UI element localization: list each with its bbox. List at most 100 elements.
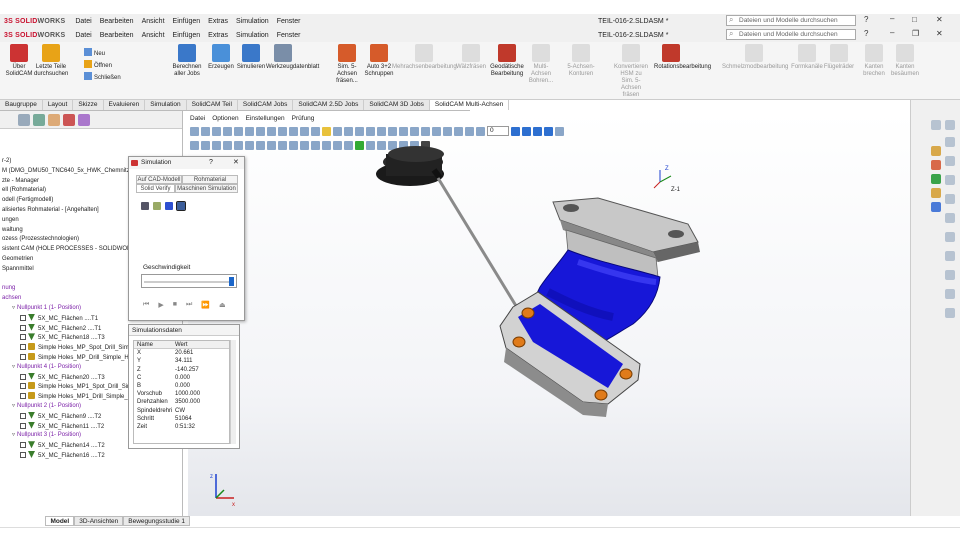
play-icon[interactable]: ▶ [158, 301, 163, 309]
pane-icon[interactable] [945, 213, 955, 223]
tree-item[interactable]: ungen [2, 216, 19, 225]
menu-item-ansicht[interactable]: Ansicht [142, 32, 165, 39]
menu-item-einfügen[interactable]: Einfügen [173, 32, 201, 39]
tab-solidcam-multi-achsen[interactable]: SolidCAM Multi-Achsen [429, 100, 510, 110]
ribbon-button-disabled-1[interactable]: Wälzfräsen [454, 44, 488, 71]
solidworks-logo-2[interactable]: 3S SOLIDWORKS [4, 32, 65, 39]
graphics-viewport[interactable]: Datei Optionen Einstellungen Prüfung 0 Z… [188, 112, 910, 516]
tree-tool-icon[interactable] [33, 113, 45, 126]
ribbon-button-6[interactable]: Erzeugen [204, 44, 238, 71]
pane-icon[interactable] [945, 232, 955, 242]
tree-tool-icon[interactable] [63, 113, 75, 126]
tree-item[interactable]: ▿ Nullpunkt 1 (1- Position) [12, 304, 81, 313]
ribbon-button-11[interactable]: Geodätische Bearbeitung [490, 44, 524, 78]
expand-icon[interactable]: ▿ [12, 364, 15, 370]
checkbox[interactable] [20, 373, 26, 380]
checkbox[interactable] [20, 383, 26, 390]
tab-solid-verify[interactable]: Solid Verify [136, 184, 175, 193]
help-icon[interactable]: ? [864, 15, 868, 24]
tab-maschinen-simulation[interactable]: Maschinen Simulation [175, 184, 238, 193]
tree-item[interactable]: Simple Holes_MP_Drill_Simple_Holes [20, 353, 140, 363]
pane-icon[interactable] [931, 174, 941, 184]
pane-icon[interactable] [945, 308, 955, 318]
expand-icon[interactable]: ▿ [12, 432, 15, 438]
pane-icon[interactable] [945, 251, 955, 261]
tree-item[interactable]: 5X_MC_Flächen20 ....T3 [20, 372, 105, 383]
eject-icon[interactable]: ⏏ [219, 301, 226, 309]
tree-item[interactable]: zte - Manager [2, 177, 39, 186]
ribbon-button-5[interactable]: Berechnen aller Jobs [170, 44, 204, 78]
expand-icon[interactable]: ▿ [12, 305, 15, 311]
tree-item[interactable]: r-2) [2, 157, 11, 166]
menu-item-bearbeiten[interactable]: Bearbeiten [100, 32, 134, 39]
tree-item[interactable]: achsen [2, 294, 21, 303]
tree-item[interactable]: waltung [2, 226, 23, 235]
tab-layout[interactable]: Layout [43, 100, 74, 110]
ribbon-button-7[interactable]: Simulieren [234, 44, 268, 71]
color-icon[interactable] [165, 202, 173, 210]
checkbox[interactable] [20, 334, 26, 341]
checkbox[interactable] [20, 422, 26, 429]
tree-item[interactable]: 5X_MC_Flächen11 ....T2 [20, 421, 104, 432]
checkbox[interactable] [20, 354, 26, 360]
menu-item-extras[interactable]: Extras [208, 18, 228, 25]
tree-item[interactable]: M (DMG_DMU50_TNC640_5x_HWK_Chemnitz) [2, 167, 132, 176]
menu-item-fenster[interactable]: Fenster [277, 18, 301, 25]
tree-item[interactable]: 5X_MC_Flächen9 ....T2 [20, 411, 101, 422]
pane-icon[interactable] [945, 289, 955, 299]
minimize-icon-2[interactable]: – [890, 28, 894, 37]
tree-item[interactable]: ▿ Nullpunkt 4 (1- Position) [12, 363, 81, 372]
tree-item[interactable]: Simple Holes_MP_Spot_Drill_Simple_H [20, 343, 144, 353]
tab-evaluieren[interactable]: Evaluieren [104, 100, 146, 110]
stop-icon[interactable]: ■ [173, 301, 177, 309]
tab-skizze[interactable]: Skizze [73, 100, 104, 110]
tab-simulation[interactable]: Simulation [145, 100, 187, 110]
tree-item[interactable]: odell (Fertigmodell) [2, 196, 53, 205]
ribbon-button-disabled-3[interactable]: 5-Achsen-Konturen [564, 44, 598, 78]
pane-icon[interactable] [945, 156, 955, 166]
menu-item-extras[interactable]: Extras [208, 32, 228, 39]
data-scrollbar[interactable] [230, 340, 236, 444]
search-input-2[interactable]: Dateien und Modelle durchsuchen [726, 29, 856, 40]
expand-icon[interactable]: ▿ [12, 403, 15, 409]
restore-icon[interactable]: ❐ [912, 29, 919, 38]
menu-item-einfügen[interactable]: Einfügen [173, 18, 201, 25]
tree-item[interactable]: ozess (Prozesstechnologien) [2, 235, 79, 244]
ribbon-button-0[interactable]: Über SolidCAM [2, 44, 36, 78]
checkbox[interactable] [20, 324, 26, 331]
menu-item-datei[interactable]: Datei [75, 18, 91, 25]
tab-scroll[interactable] [0, 516, 45, 526]
bottom-tab-bewegungsstudie-1[interactable]: Bewegungsstudie 1 [123, 516, 190, 526]
ribbon-button-9[interactable]: Sim. 5-Achsen fräsen... [330, 44, 364, 85]
pane-icon[interactable] [945, 120, 955, 130]
menu-item-simulation[interactable]: Simulation [236, 32, 269, 39]
search-input[interactable]: Dateien und Modelle durchsuchen [726, 15, 856, 26]
ribbon-button-disabled-7[interactable]: Flügelräder [822, 44, 856, 71]
help-button[interactable]: ? [209, 159, 213, 166]
ribbon-button-disabled-0[interactable]: Mehrachsenbearbeitung [392, 44, 457, 71]
bottom-tab-3d-ansichten[interactable]: 3D-Ansichten [74, 516, 124, 526]
pane-icon[interactable] [931, 120, 941, 130]
pane-icon[interactable] [931, 188, 941, 198]
pane-icon[interactable] [931, 160, 941, 170]
menu-item-datei[interactable]: Datei [75, 32, 91, 39]
ribbon-button-12[interactable]: Rotationsbearbeitung [654, 44, 711, 71]
tab-solidcam-jobs[interactable]: SolidCAM Jobs [238, 100, 294, 110]
tree-item[interactable]: Simple Holes_MP1_Spot_Drill_Simple_ [20, 382, 143, 392]
tree-item[interactable]: sistent CAM (HOLE PROCESSES - SOLIDWORKS… [2, 245, 145, 254]
speed-slider-thumb[interactable] [229, 277, 234, 286]
pane-icon[interactable] [945, 137, 955, 147]
checkbox[interactable] [20, 452, 26, 458]
menu-item-ansicht[interactable]: Ansicht [142, 18, 165, 25]
tab-baugruppe[interactable]: Baugruppe [0, 100, 43, 110]
pane-icon[interactable] [945, 270, 955, 280]
step-icon[interactable]: ⏭ [186, 301, 192, 309]
pane-icon[interactable] [945, 175, 955, 185]
tree-item[interactable]: ▿ Nullpunkt 2 (1- Position) [12, 402, 81, 411]
tree-item[interactable]: nung [2, 284, 15, 293]
ribbon-button-8[interactable]: Werkzeugdatenblatt [266, 44, 319, 71]
solidworks-logo[interactable]: 3S SOLIDWORKS [4, 18, 65, 25]
ribbon-button-disabled-5[interactable]: Schmelzmodbearbeitung [722, 44, 788, 71]
tab-rohmaterial-anzeigen[interactable]: Rohmaterial anzeigen [182, 175, 238, 191]
ribbon-button-10[interactable]: Auto 3+2 Schruppen [362, 44, 396, 78]
